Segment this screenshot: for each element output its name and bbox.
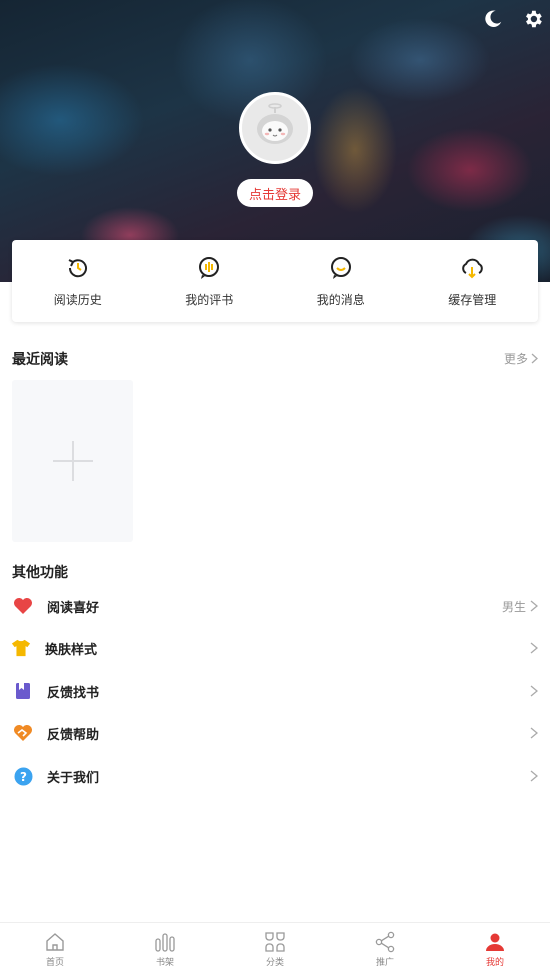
quick-action-cache[interactable]: 缓存管理 <box>407 240 539 322</box>
robot-avatar-icon <box>257 103 293 144</box>
other-functions-title: 其他功能 <box>12 565 68 581</box>
menu-skin-style[interactable]: 换肤样式 <box>0 627 550 669</box>
chevron-right-icon <box>531 353 538 364</box>
menu-about-us[interactable]: ? 关于我们 <box>0 755 550 797</box>
review-icon <box>199 257 220 279</box>
recent-reading-title: 最近阅读 <box>12 352 68 368</box>
svg-text:?: ? <box>20 770 27 784</box>
quick-action-messages[interactable]: 我的消息 <box>275 240 407 322</box>
tab-label: 我的 <box>485 958 504 968</box>
chevron-right-icon <box>530 770 538 782</box>
avatar[interactable] <box>239 92 311 164</box>
menu-feedback-book[interactable]: 反馈找书 <box>0 670 550 712</box>
login-button[interactable]: 点击登录 <box>237 179 313 207</box>
quick-action-label: 阅读历史 <box>53 293 102 307</box>
chevron-right-icon <box>530 600 538 612</box>
add-book-button[interactable] <box>12 380 133 542</box>
chevron-right-icon <box>530 642 538 654</box>
tab-category[interactable]: 分类 <box>220 923 330 970</box>
menu-reading-preference[interactable]: 阅读喜好 男生 <box>0 585 550 627</box>
menu-label: 关于我们 <box>47 770 100 786</box>
tab-label: 书架 <box>155 958 174 968</box>
quick-action-label: 我的消息 <box>316 293 365 307</box>
more-label: 更多 <box>503 352 528 366</box>
menu-value: 男生 <box>501 599 526 614</box>
heart-icon <box>13 596 33 616</box>
menu-label: 反馈找书 <box>47 685 100 701</box>
quick-action-history[interactable]: 阅读历史 <box>12 240 144 322</box>
more-link[interactable]: 更多 <box>504 350 538 367</box>
tab-bookshelf[interactable]: 书架 <box>110 923 220 970</box>
tab-mine[interactable]: 我的 <box>440 923 550 970</box>
menu-feedback-help[interactable]: 反馈帮助 <box>0 712 550 754</box>
tab-promote[interactable]: 推广 <box>330 923 440 970</box>
shirt-icon <box>11 638 31 658</box>
tab-label: 首页 <box>45 958 64 968</box>
message-icon <box>330 257 351 279</box>
tab-label: 推广 <box>375 958 394 968</box>
tab-label: 分类 <box>265 958 284 968</box>
moon-icon[interactable] <box>482 8 504 30</box>
quick-actions-card: 阅读历史 我的评书 我的消息 缓存管理 <box>12 240 538 322</box>
history-icon <box>68 259 87 278</box>
gear-icon[interactable] <box>522 8 544 30</box>
tab-home[interactable]: 首页 <box>0 923 110 970</box>
book-icon <box>13 681 33 701</box>
header-actions <box>482 8 544 30</box>
menu-label: 换肤样式 <box>45 642 98 658</box>
home-icon <box>46 933 64 951</box>
menu-label: 反馈帮助 <box>47 727 100 743</box>
bookshelf-icon <box>155 933 175 952</box>
chevron-right-icon <box>530 727 538 739</box>
quick-action-label: 缓存管理 <box>448 293 497 307</box>
share-icon <box>375 931 395 953</box>
category-icon <box>265 932 285 952</box>
quick-action-reviews[interactable]: 我的评书 <box>144 240 276 322</box>
question-icon: ? <box>13 766 33 786</box>
cloud-download-icon <box>462 258 484 279</box>
plus-icon <box>52 441 93 481</box>
bottom-tab-bar: 首页 书架 分类 推广 我的 <box>0 922 550 970</box>
quick-action-label: 我的评书 <box>185 293 234 307</box>
user-icon <box>486 933 504 951</box>
menu-label: 阅读喜好 <box>47 600 100 616</box>
handshake-icon <box>13 723 33 743</box>
chevron-right-icon <box>530 685 538 697</box>
